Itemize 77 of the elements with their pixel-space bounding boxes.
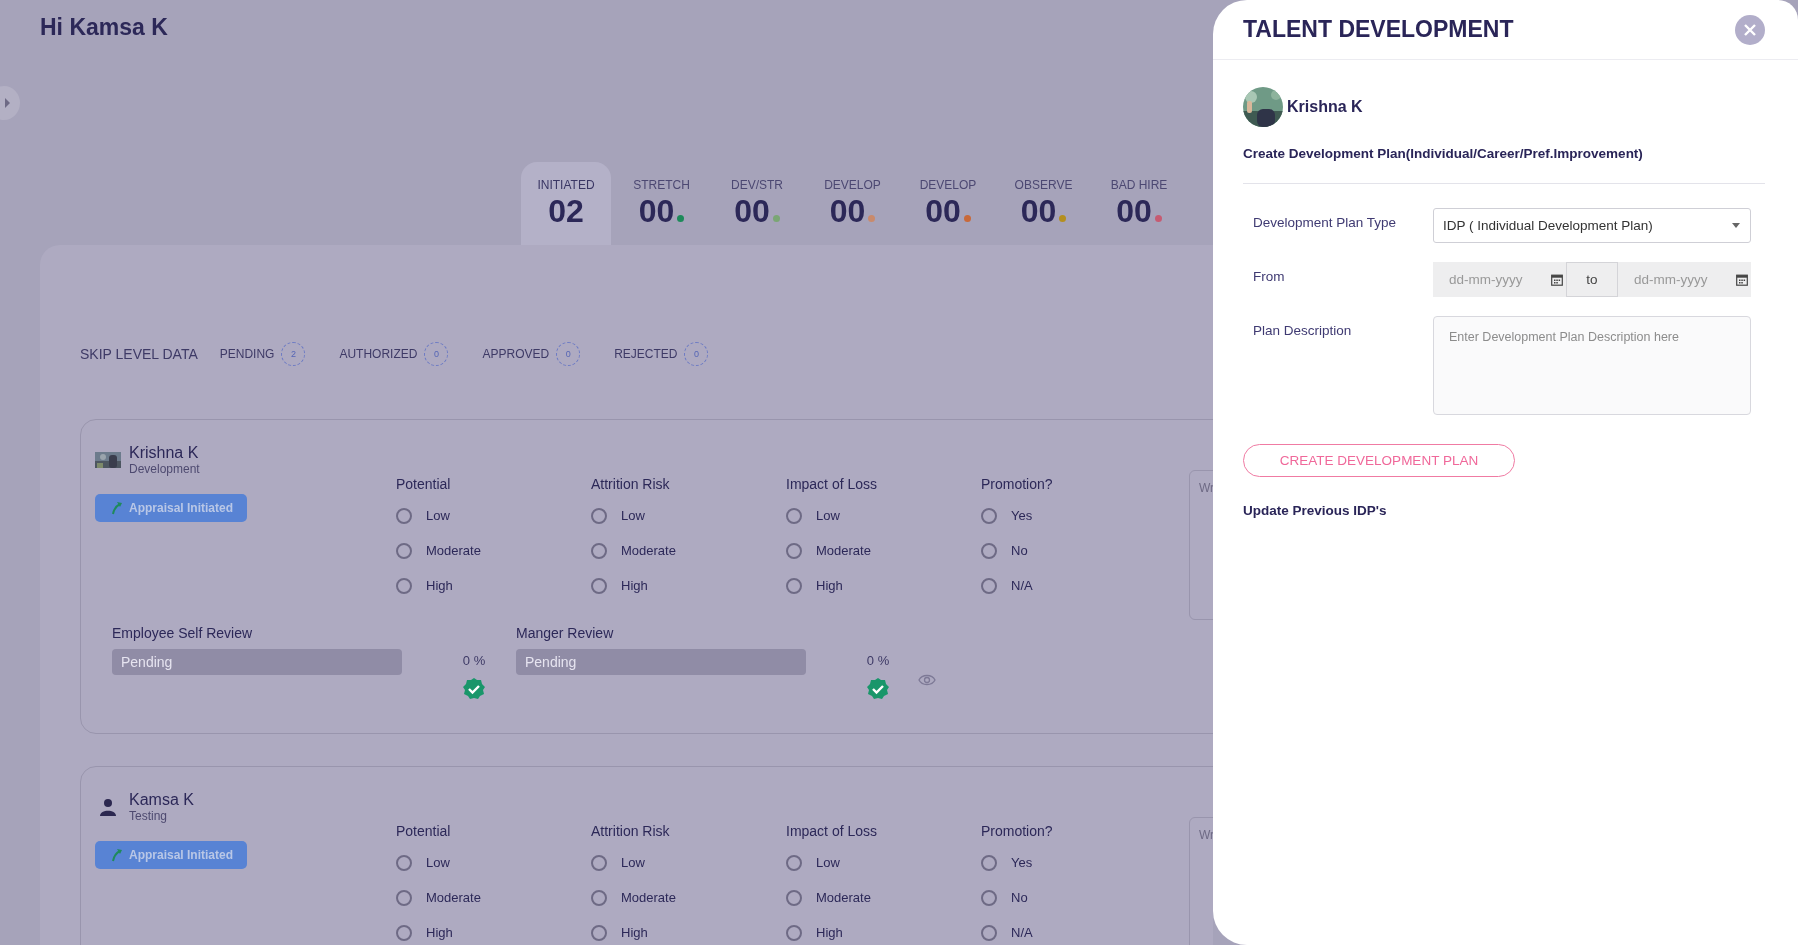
radio-option[interactable]: High [786, 915, 981, 945]
user-icon [99, 798, 117, 816]
verified-check-icon [463, 678, 485, 700]
radio-option[interactable]: Low [591, 845, 786, 880]
radio-option[interactable]: N/A [981, 915, 1176, 945]
verified-check-icon [867, 678, 889, 700]
radio-option[interactable]: Low [396, 498, 591, 533]
status-tab[interactable]: INITIATED 02 [521, 162, 611, 245]
radio-option[interactable]: Moderate [396, 880, 591, 915]
rating-title: Impact of Loss [786, 823, 879, 839]
filter-label: APPROVED [482, 347, 550, 361]
status-tab[interactable]: DEVELOP 00 [903, 162, 993, 245]
radio-option[interactable]: Moderate [591, 533, 786, 568]
arrow-icon [111, 501, 123, 515]
calendar-icon[interactable] [1551, 273, 1563, 286]
rating-title: Attrition Risk [591, 476, 671, 492]
radio-option[interactable]: High [396, 568, 591, 603]
plan-description-field[interactable]: Enter Development Plan Description here [1433, 316, 1751, 415]
filter-label: AUTHORIZED [339, 347, 418, 361]
radio-option[interactable]: Low [786, 845, 981, 880]
status-tab[interactable]: DEV/STR 00 [712, 162, 802, 245]
calendar-icon[interactable] [1736, 273, 1748, 286]
chevron-icon [4, 98, 12, 108]
review-title: Employee Self Review [112, 625, 254, 641]
arrow-icon [111, 848, 123, 862]
radio-option[interactable]: High [396, 915, 591, 945]
update-idp-link[interactable]: Update Previous IDP's [1243, 503, 1387, 518]
radio-option[interactable]: Low [396, 845, 591, 880]
radio-option[interactable]: Moderate [786, 880, 981, 915]
rating-title: Promotion? [981, 476, 1054, 492]
review-status-bar: Pending [516, 649, 806, 675]
review-status-bar: Pending [112, 649, 402, 675]
field-label: Plan Description [1252, 322, 1353, 340]
filter-label: REJECTED [614, 347, 678, 361]
rating-title: Promotion? [981, 823, 1054, 839]
field-label: Development Plan Type [1252, 214, 1398, 232]
percent-label: 0 % [462, 653, 486, 668]
radio-option[interactable]: High [591, 568, 786, 603]
radio-option[interactable]: N/A [981, 568, 1176, 603]
rating-title: Attrition Risk [591, 823, 671, 839]
range-separator: to [1566, 262, 1618, 297]
radio-option[interactable]: Low [786, 498, 981, 533]
close-icon [1743, 22, 1757, 37]
drawer-title: TALENT DEVELOPMENT [1243, 16, 1514, 43]
field-label: From [1252, 268, 1286, 286]
rating-title: Impact of Loss [786, 476, 879, 492]
status-tab[interactable]: STRETCH 00 [616, 162, 707, 245]
section-label: SKIP LEVEL DATA [80, 346, 198, 362]
radio-option[interactable]: High [786, 568, 981, 603]
filter-label: PENDING [219, 347, 275, 361]
radio-option[interactable]: Moderate [396, 533, 591, 568]
rating-title: Potential [396, 823, 452, 839]
plan-type-dropdown[interactable]: IDP ( Individual Development Plan) [1433, 208, 1751, 243]
radio-option[interactable]: No [981, 533, 1176, 568]
status-tab[interactable]: BAD HIRE 00 [1094, 162, 1184, 245]
radio-option[interactable]: Yes [981, 845, 1176, 880]
percent-label: 0 % [866, 653, 890, 668]
person-name: Krishna K [1287, 98, 1363, 116]
review-title: Manger Review [516, 625, 615, 641]
caret-icon [1732, 223, 1740, 228]
employee-name: Krishna K [129, 444, 200, 462]
greeting-heading: Hi Kamsa K [40, 14, 168, 41]
radio-option[interactable]: Moderate [786, 533, 981, 568]
close-button[interactable] [1735, 14, 1765, 45]
status-tab[interactable]: DEVELOP 00 [807, 162, 898, 245]
employee-name: Kamsa K [129, 791, 194, 809]
status-tab[interactable]: OBSERVE 00 [998, 162, 1089, 245]
section-heading: Create Development Plan(Individual/Career/Pref.Improvement) [1243, 146, 1643, 161]
radio-option[interactable]: Low [591, 498, 786, 533]
radio-option[interactable]: No [981, 880, 1176, 915]
department-label: Testing [129, 809, 169, 823]
radio-option[interactable]: Moderate [591, 880, 786, 915]
rating-title: Potential [396, 476, 452, 492]
radio-option[interactable]: High [591, 915, 786, 945]
eye-icon[interactable] [918, 674, 936, 686]
radio-option[interactable]: Yes [981, 498, 1176, 533]
department-label: Development [129, 462, 200, 476]
